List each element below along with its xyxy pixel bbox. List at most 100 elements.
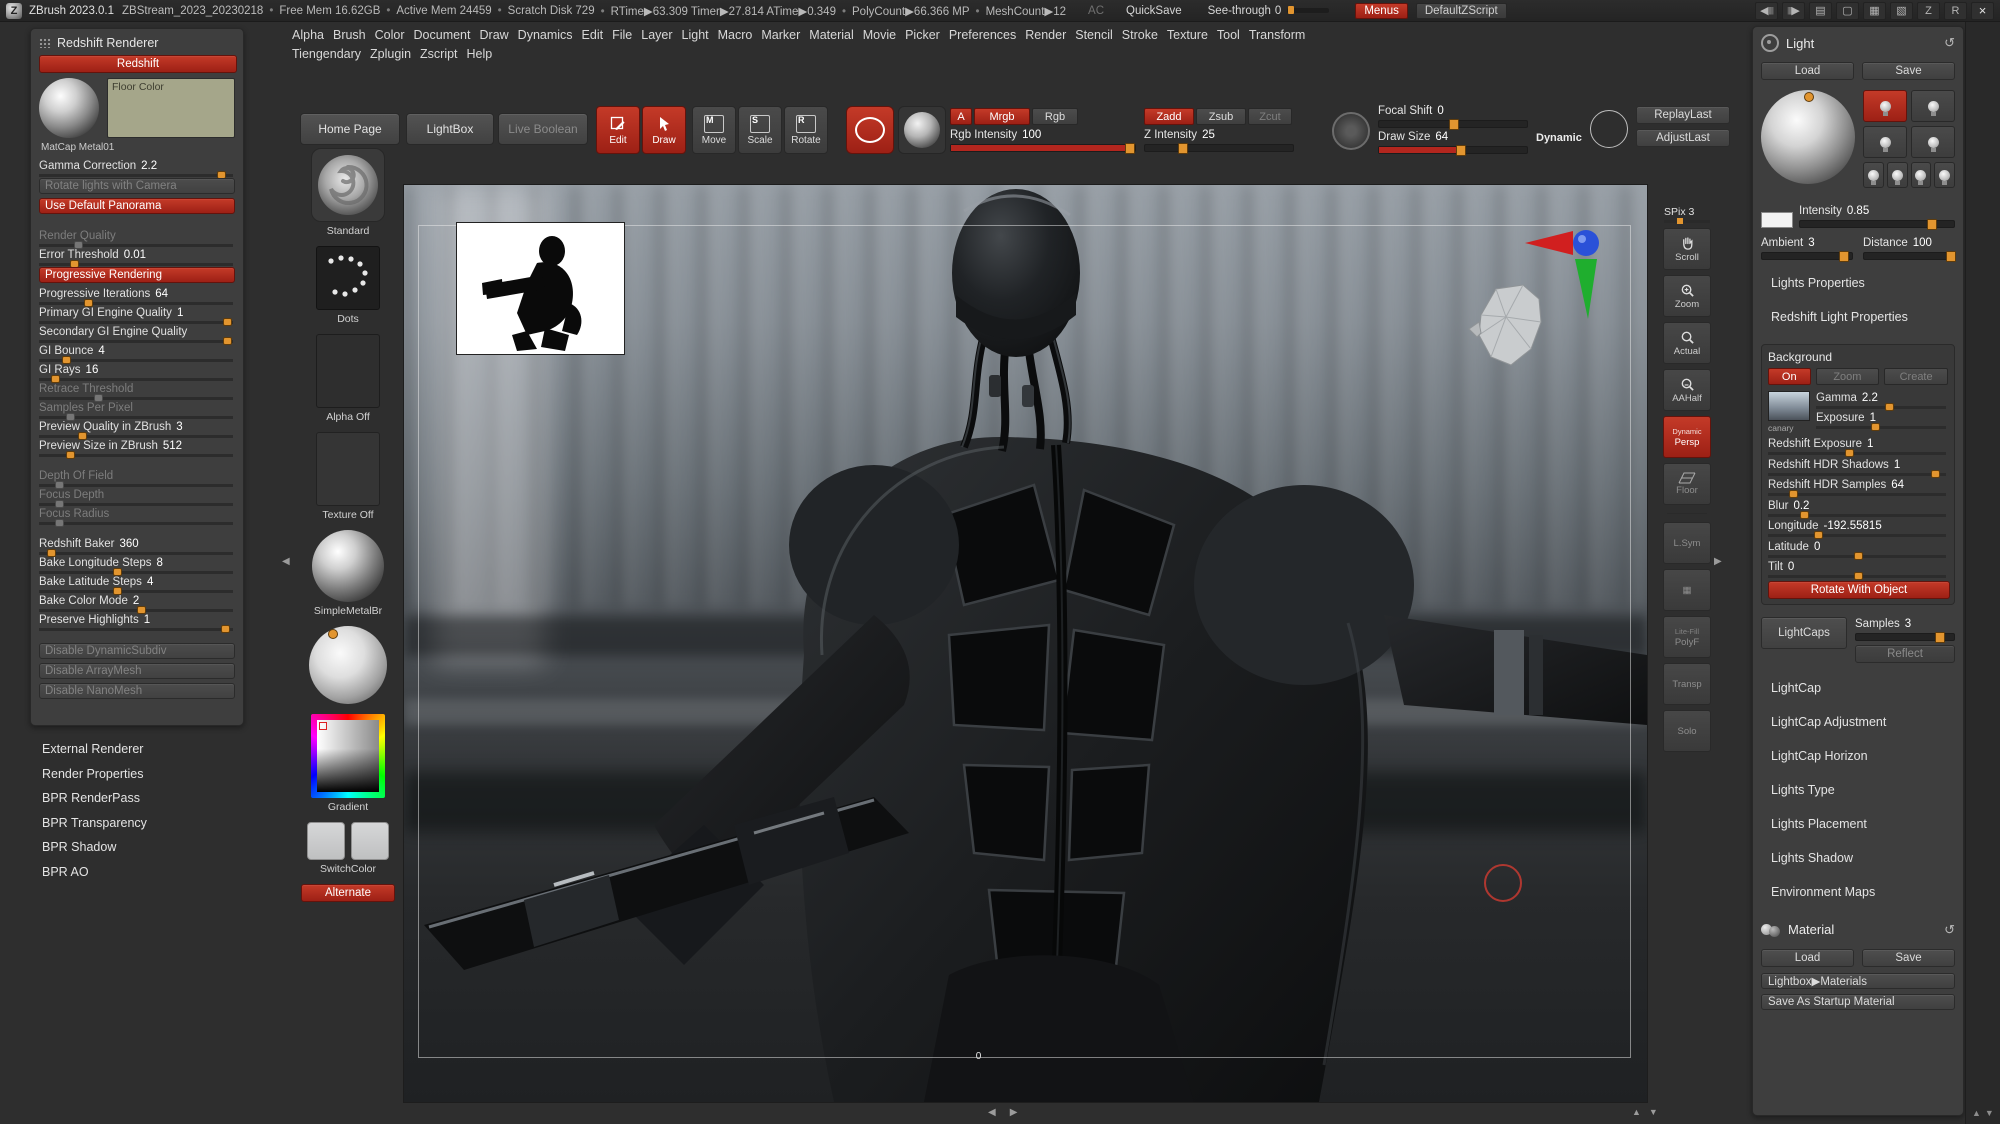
slider-handle[interactable]: [1872, 424, 1880, 430]
color-picker-gradient[interactable]: [317, 720, 379, 792]
reflect-button[interactable]: Reflect: [1855, 644, 1955, 663]
slider-handle[interactable]: [67, 452, 75, 458]
matcap-preview-sphere[interactable]: [39, 78, 99, 138]
material-load-button[interactable]: Load: [1761, 948, 1854, 967]
menu-item[interactable]: Color: [375, 26, 405, 45]
menus-button[interactable]: Menus: [1355, 2, 1408, 19]
see-through-handle[interactable]: [1287, 6, 1294, 14]
slider-row[interactable]: Redshift HDR Shadows 1: [1768, 458, 1948, 477]
slider-row[interactable]: Redshift Exposure 1: [1768, 437, 1948, 456]
texture-selector[interactable]: [316, 432, 380, 506]
slider-handle[interactable]: [1449, 119, 1459, 130]
slider-row[interactable]: Exposure 1: [1816, 411, 1948, 430]
light-position-dot[interactable]: [329, 630, 337, 638]
panel-row[interactable]: Disable NanoMesh: [39, 683, 235, 699]
floor-color-swatch[interactable]: Floor Color: [107, 78, 235, 138]
slider-row[interactable]: Gamma 2.2: [1816, 391, 1948, 410]
lightcaps-button[interactable]: LightCaps: [1761, 616, 1847, 649]
slider-handle[interactable]: [1945, 251, 1956, 262]
paint-a-button[interactable]: A: [950, 108, 972, 125]
color-picker[interactable]: [311, 714, 385, 798]
grid-icon[interactable]: ▦: [1863, 1, 1886, 20]
panel-row[interactable]: Disable DynamicSubdiv: [39, 643, 235, 659]
stroke-lasso-button[interactable]: [846, 106, 894, 154]
menu-item[interactable]: Draw: [480, 26, 509, 45]
current-tool-button[interactable]: [898, 106, 946, 154]
slider-handle[interactable]: [1790, 491, 1798, 497]
menu-item[interactable]: Stencil: [1075, 26, 1113, 45]
z-intensity-slider[interactable]: Z Intensity 25: [1144, 128, 1294, 154]
alpha-selector[interactable]: [316, 334, 380, 408]
menu-item[interactable]: Edit: [582, 26, 604, 45]
menu-item[interactable]: Zscript: [420, 45, 458, 64]
focal-shift-slider[interactable]: Focal Shift 0: [1378, 104, 1528, 130]
light-bulb-button[interactable]: [1911, 90, 1955, 122]
panel-row[interactable]: GI Rays 16: [39, 363, 235, 382]
zadd-button[interactable]: Zadd: [1144, 108, 1194, 125]
quicksave-button[interactable]: QuickSave: [1126, 5, 1182, 17]
slider-handle[interactable]: [1855, 573, 1862, 579]
slider-track[interactable]: [950, 143, 1136, 154]
panel-row[interactable]: Gamma Correction 2.2: [39, 159, 235, 178]
slider-handle[interactable]: [1935, 631, 1946, 643]
panel-row[interactable]: Focus Depth: [39, 488, 235, 507]
redshift-button[interactable]: Redshift: [39, 55, 237, 73]
slider-handle[interactable]: [1885, 404, 1893, 410]
slider-handle[interactable]: [1178, 143, 1188, 154]
samples-slider[interactable]: Samples 3: [1855, 617, 1955, 643]
scroll-left-icon[interactable]: ◀ ||||: [1755, 1, 1778, 20]
floor-button[interactable]: Floor: [1663, 463, 1711, 505]
menu-item[interactable]: Texture: [1167, 26, 1208, 45]
menu-item[interactable]: Marker: [761, 26, 800, 45]
slider-handle[interactable]: [1839, 251, 1849, 262]
menu-item[interactable]: File: [612, 26, 632, 45]
light-bulb-button-small[interactable]: [1934, 162, 1955, 188]
slider-handle[interactable]: [1855, 552, 1862, 559]
light-bulb-button[interactable]: [1911, 126, 1955, 158]
spix-slider[interactable]: SPix 3: [1664, 206, 1710, 224]
stroke-selector[interactable]: [316, 246, 380, 310]
zbrush-z-icon[interactable]: Z: [1917, 1, 1940, 20]
persp-button[interactable]: Dynamic Persp: [1663, 416, 1711, 458]
menu-item[interactable]: Dynamics: [518, 26, 573, 45]
section-header[interactable]: Lights Type: [1761, 783, 1955, 797]
menu-item[interactable]: Preferences: [949, 26, 1016, 45]
slider-handle[interactable]: [1801, 511, 1808, 518]
refresh-icon[interactable]: ↺: [1944, 35, 1955, 51]
light-save-button[interactable]: Save: [1862, 62, 1955, 80]
menu-item[interactable]: Stroke: [1122, 26, 1158, 45]
background-on-button[interactable]: On: [1768, 368, 1811, 385]
see-through-slider[interactable]: See-through 0: [1208, 5, 1330, 17]
material-save-button[interactable]: Save: [1862, 948, 1955, 967]
brush-preview-icon[interactable]: [1590, 110, 1628, 148]
document-canvas[interactable]: 0: [403, 184, 1648, 1103]
adjust-last-button[interactable]: AdjustLast: [1636, 129, 1730, 147]
panel-row[interactable]: Error Threshold 0.01: [39, 248, 235, 267]
panel-row[interactable]: Preserve Highlights 1: [39, 613, 235, 632]
camera-head-widget[interactable]: [1461, 277, 1551, 372]
refresh-icon[interactable]: ↺: [1944, 922, 1955, 938]
light-header[interactable]: Light ↺: [1761, 32, 1955, 54]
section-header[interactable]: BPR AO: [34, 865, 234, 879]
panel-row[interactable]: Retrace Threshold: [39, 382, 235, 401]
scroll-button[interactable]: Scroll: [1663, 228, 1711, 270]
light-preview-sphere[interactable]: [1761, 90, 1855, 184]
panel-row[interactable]: Bake Longitude Steps 8: [39, 556, 235, 575]
slider-handle[interactable]: [1456, 145, 1467, 156]
scroll-right-icon[interactable]: |||| ▶: [1782, 1, 1805, 20]
slider-track[interactable]: [1378, 119, 1528, 130]
solo-button[interactable]: Solo: [1663, 710, 1711, 752]
live-boolean-button[interactable]: Live Boolean: [498, 113, 588, 145]
scroll-left-arrow-icon[interactable]: ◀: [988, 1107, 996, 1118]
color-picker-marker[interactable]: [319, 722, 327, 730]
menu-item[interactable]: Movie: [863, 26, 896, 45]
panel-row[interactable]: Use Default Panorama: [39, 198, 235, 214]
move-button[interactable]: M Move: [692, 106, 736, 154]
secondary-color-swatch[interactable]: [351, 822, 389, 860]
panel-row[interactable]: Progressive Iterations 64: [39, 287, 235, 306]
default-zscript-button[interactable]: DefaultZScript: [1415, 2, 1507, 19]
scale-button[interactable]: S Scale: [738, 106, 782, 154]
background-zoom-button[interactable]: Zoom: [1815, 368, 1880, 385]
color-sphere[interactable]: [309, 626, 387, 704]
slider-row[interactable]: Longitude -192.55815: [1768, 519, 1948, 538]
